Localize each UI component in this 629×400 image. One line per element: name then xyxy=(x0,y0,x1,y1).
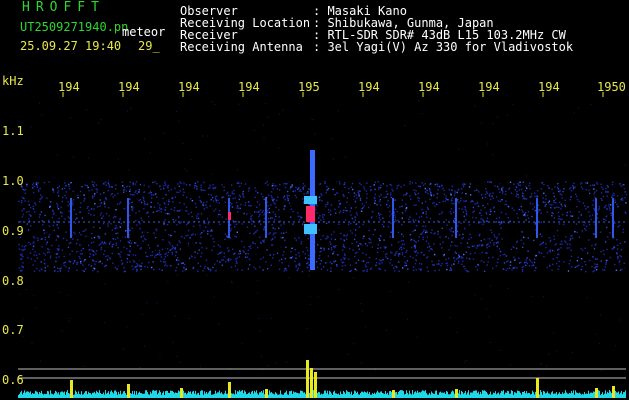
file-name: UT2509271940.pn xyxy=(20,20,129,34)
meteor-streaks xyxy=(70,150,614,270)
meteor-hotspot xyxy=(306,206,315,222)
freq-unit-label: kHz xyxy=(2,74,24,88)
time-tick-label: 194 xyxy=(478,80,500,94)
freq-tick-label: 0.6 xyxy=(2,373,24,387)
time-tick-label: 195 xyxy=(298,80,320,94)
time-tick-label: 194 xyxy=(118,80,140,94)
antenna-value: : 3el Yagi(V) Az 330 for Vladivostok xyxy=(313,40,574,54)
count: 29_ xyxy=(138,39,160,53)
time-tick-label: 194 xyxy=(58,80,80,94)
axis-ticks xyxy=(62,92,604,97)
freq-tick-label: 1.1 xyxy=(2,124,24,138)
timestamp: 25.09.27 19:40 xyxy=(20,39,122,53)
time-tick-label: 194 xyxy=(358,80,380,94)
waterfall-display xyxy=(18,92,628,398)
spectrum-plot xyxy=(18,360,626,398)
app-title: HROFFT xyxy=(22,0,105,15)
antenna-label: Receiving Antenna xyxy=(180,40,303,54)
detection-label: meteor xyxy=(122,25,166,39)
meteor-halo xyxy=(304,224,317,234)
meteor-halo xyxy=(304,196,317,204)
freq-tick-label: 0.8 xyxy=(2,274,24,288)
time-tick-label: 194 xyxy=(538,80,560,94)
freq-tick-label: 0.7 xyxy=(2,323,24,337)
meteor-hotspot xyxy=(228,212,231,220)
freq-tick-label: 0.9 xyxy=(2,224,24,238)
freq-tick-label: 1.0 xyxy=(2,174,24,188)
time-tick-label: 194 xyxy=(418,80,440,94)
time-tick-label: 194 xyxy=(178,80,200,94)
hrofft-window: HROFFT UT2509271940.pn meteor 25.09.27 1… xyxy=(0,0,629,400)
time-tick-label: 194 xyxy=(238,80,260,94)
time-tick-label: 1950 xyxy=(597,80,626,94)
noise-band xyxy=(18,100,628,371)
